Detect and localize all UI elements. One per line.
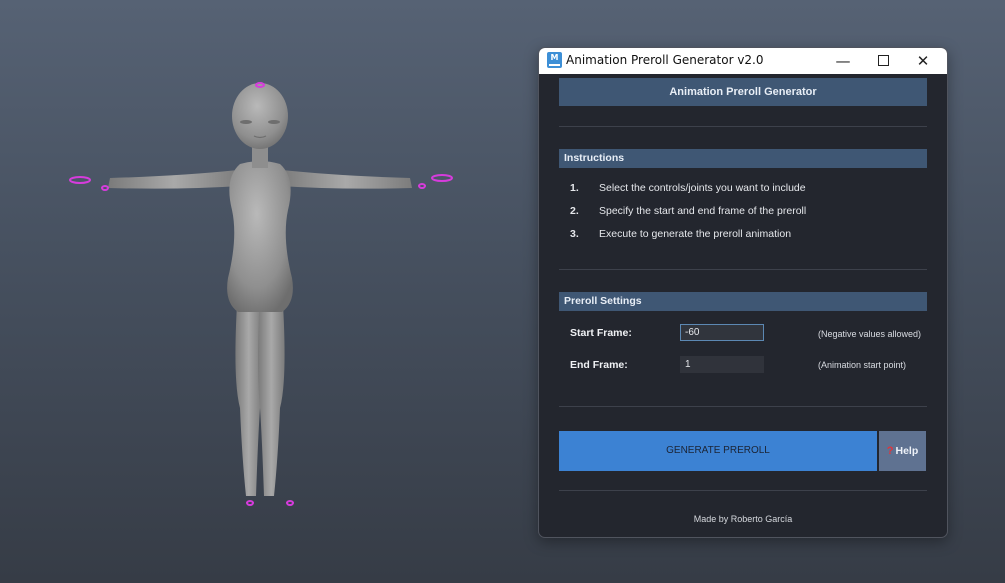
start-frame-input[interactable] <box>680 324 764 341</box>
maximize-button[interactable] <box>863 48 903 74</box>
divider <box>559 126 927 127</box>
minimize-icon: — <box>835 52 851 70</box>
minimize-button[interactable]: — <box>823 48 863 74</box>
preroll-settings-header: Preroll Settings <box>559 292 927 311</box>
preroll-generator-window: M Animation Preroll Generator v2.0 — ✕ A… <box>538 47 948 538</box>
window-title: Animation Preroll Generator v2.0 <box>566 53 764 67</box>
maya-app-icon: M <box>547 52 562 68</box>
step-number: 2. <box>570 205 579 217</box>
end-frame-label: End Frame: <box>570 359 628 371</box>
divider <box>559 269 927 270</box>
help-label: Help <box>895 445 919 457</box>
help-icon: ? <box>886 445 894 457</box>
header-banner: Animation Preroll Generator <box>559 78 927 106</box>
close-button[interactable]: ✕ <box>903 48 943 74</box>
maximize-icon <box>877 54 889 66</box>
close-icon: ✕ <box>916 52 930 70</box>
start-frame-hint: (Negative values allowed) <box>818 329 922 339</box>
step-text: Execute to generate the preroll animatio… <box>599 228 792 240</box>
step-text: Specify the start and end frame of the p… <box>599 205 807 217</box>
divider <box>559 490 927 491</box>
end-frame-hint: (Animation start point) <box>818 360 907 370</box>
window-content: Animation Preroll Generator Instructions… <box>539 74 947 537</box>
instructions-header: Instructions <box>559 149 927 168</box>
generate-preroll-button[interactable]: GENERATE PREROLL <box>559 431 877 471</box>
title-bar[interactable]: M Animation Preroll Generator v2.0 — ✕ <box>539 48 947 74</box>
step-number: 1. <box>570 182 579 194</box>
instruction-step: 2. Specify the start and end frame of the… <box>570 205 806 217</box>
divider <box>559 406 927 407</box>
instruction-step: 3. Execute to generate the preroll animat… <box>570 228 791 240</box>
end-frame-input[interactable] <box>680 356 764 373</box>
step-number: 3. <box>570 228 579 240</box>
footer-credit: Made by Roberto García <box>693 514 793 524</box>
help-button[interactable]: ? Help <box>879 431 926 471</box>
start-frame-label: Start Frame: <box>570 327 632 339</box>
instruction-step: 1. Select the controls/joints you want to… <box>570 182 806 194</box>
character-model[interactable] <box>60 78 460 518</box>
step-text: Select the controls/joints you want to i… <box>599 182 806 194</box>
